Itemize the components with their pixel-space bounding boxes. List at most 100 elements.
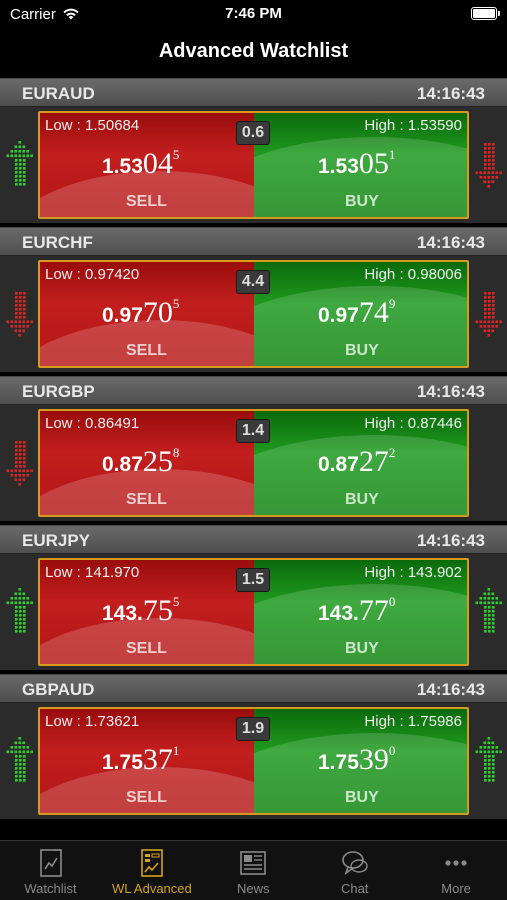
- pair-name: GBPAUD: [22, 680, 95, 699]
- sell-label: SELL: [126, 193, 167, 210]
- pair-row-gbpaud[interactable]: GBPAUD 14:16:43 Low : 1.73621 High : 1.7…: [0, 674, 507, 819]
- quote-box: Low : 141.970 High : 143.902 1.5 143.755…: [38, 558, 469, 666]
- spread-badge: 1.9: [236, 717, 270, 741]
- page-title: Advanced Watchlist: [158, 40, 349, 62]
- pair-row-euraud[interactable]: EURAUD 14:16:43 Low : 1.50684 High : 1.5…: [0, 78, 507, 223]
- arrow-down-icon: [474, 288, 503, 338]
- low-value: Low : 0.97420: [45, 266, 140, 283]
- sell-price-pips: 04: [142, 147, 173, 180]
- pair-name: EURJPY: [22, 531, 91, 550]
- buy-price-pips: 39: [358, 743, 389, 776]
- sell-price-major: 1.53: [102, 155, 143, 178]
- sell-price-fraction: 5: [172, 147, 180, 162]
- news-icon: [203, 847, 304, 879]
- buy-price: 1.75390: [318, 743, 395, 777]
- buy-price-major: 1.53: [318, 155, 359, 178]
- low-value: Low : 141.970: [45, 564, 140, 581]
- high-value: High : 0.87446: [364, 415, 462, 432]
- sell-price: 0.97705: [102, 296, 179, 330]
- quote-box: Low : 1.73621 High : 1.75986 1.9 1.75371…: [38, 707, 469, 815]
- pair-name: EURAUD: [22, 84, 95, 103]
- pair-time: 14:16:43: [416, 382, 485, 401]
- buy-price-major: 0.87: [318, 453, 359, 476]
- status-time: 7:46 PM: [225, 5, 282, 22]
- buy-price-major: 0.97: [318, 304, 359, 327]
- tab-label: News: [237, 881, 270, 896]
- watchlist: EURAUD 14:16:43 Low : 1.50684 High : 1.5…: [0, 78, 507, 823]
- watchlist-icon: [0, 847, 101, 879]
- sell-price: 143.755: [102, 594, 179, 628]
- high-value: High : 1.53590: [364, 117, 462, 134]
- high-value: High : 0.98006: [364, 266, 462, 283]
- buy-price-fraction: 9: [388, 296, 396, 311]
- pair-header: EURAUD 14:16:43: [0, 79, 507, 107]
- spread-badge: 4.4: [236, 270, 270, 294]
- tab-wl-advanced[interactable]: WL Advanced: [101, 847, 202, 899]
- wl-advanced-icon: [101, 847, 202, 879]
- buy-label: BUY: [345, 193, 379, 210]
- arrow-down-icon: [5, 437, 34, 487]
- sell-label: SELL: [126, 342, 167, 359]
- sell-price-fraction: 5: [172, 594, 180, 609]
- spread-badge: 1.4: [236, 419, 270, 443]
- pair-row-eurchf[interactable]: EURCHF 14:16:43 Low : 0.97420 High : 0.9…: [0, 227, 507, 372]
- pair-time: 14:16:43: [416, 531, 485, 550]
- status-bar: Carrier 7:46 PM: [0, 0, 507, 30]
- sell-label: SELL: [126, 491, 167, 508]
- pair-time: 14:16:43: [416, 233, 485, 252]
- sell-label: SELL: [126, 640, 167, 657]
- buy-price-fraction: 2: [388, 445, 396, 460]
- quote-box: Low : 0.86491 High : 0.87446 1.4 0.87258…: [38, 409, 469, 517]
- tab-label: More: [441, 881, 471, 896]
- chat-icon: [304, 847, 405, 879]
- buy-price-pips: 05: [358, 147, 389, 180]
- sell-price: 1.53045: [102, 147, 179, 181]
- sell-price-fraction: 1: [172, 743, 180, 758]
- tab-label: Chat: [340, 881, 369, 896]
- buy-label: BUY: [345, 640, 379, 657]
- sell-price-fraction: 5: [172, 296, 180, 311]
- pair-row-eurgbp[interactable]: EURGBP 14:16:43 Low : 0.86491 High : 0.8…: [0, 376, 507, 521]
- tab-bar: Watchlist WL Advanced News Chat More: [0, 840, 507, 900]
- spread-badge: 1.5: [236, 568, 270, 592]
- buy-price-fraction: 0: [388, 743, 396, 758]
- quote-box: Low : 1.50684 High : 1.53590 0.6 1.53045…: [38, 111, 469, 219]
- buy-price-pips: 27: [358, 445, 389, 478]
- tab-news[interactable]: News: [203, 847, 304, 899]
- pair-row-eurjpy[interactable]: EURJPY 14:16:43 Low : 141.970 High : 143…: [0, 525, 507, 670]
- buy-price: 0.97749: [318, 296, 395, 330]
- pair-header: EURJPY 14:16:43: [0, 526, 507, 554]
- sell-price-pips: 75: [142, 594, 173, 627]
- buy-price-major: 1.75: [318, 751, 359, 774]
- battery-icon: [471, 7, 500, 20]
- pair-time: 14:16:43: [416, 84, 485, 103]
- sell-price-pips: 37: [142, 743, 173, 776]
- sell-price-major: 0.97: [102, 304, 143, 327]
- pair-name: EURCHF: [22, 233, 93, 252]
- more-icon: [406, 847, 507, 879]
- tab-chat[interactable]: Chat: [304, 847, 405, 899]
- buy-label: BUY: [345, 789, 379, 806]
- buy-price-pips: 77: [358, 594, 389, 627]
- buy-price-pips: 74: [358, 296, 389, 329]
- pair-header: EURCHF 14:16:43: [0, 228, 507, 256]
- high-value: High : 1.75986: [364, 713, 462, 730]
- sell-price-major: 143.: [102, 602, 143, 625]
- buy-price: 0.87272: [318, 445, 395, 479]
- tab-watchlist[interactable]: Watchlist: [0, 847, 101, 899]
- sell-label: SELL: [126, 789, 167, 806]
- sell-price-fraction: 8: [172, 445, 180, 460]
- tab-more[interactable]: More: [406, 847, 507, 899]
- pair-name: EURGBP: [22, 382, 95, 401]
- buy-price-major: 143.: [318, 602, 359, 625]
- buy-price-fraction: 0: [388, 594, 396, 609]
- buy-price: 1.53051: [318, 147, 395, 181]
- pair-header: GBPAUD 14:16:43: [0, 675, 507, 703]
- arrow-down-icon: [5, 288, 34, 338]
- spread-badge: 0.6: [236, 121, 270, 145]
- buy-price-fraction: 1: [388, 147, 396, 162]
- buy-price: 143.770: [318, 594, 395, 628]
- sell-price-pips: 70: [142, 296, 173, 329]
- low-value: Low : 0.86491: [45, 415, 140, 432]
- arrow-up-icon: [5, 735, 34, 785]
